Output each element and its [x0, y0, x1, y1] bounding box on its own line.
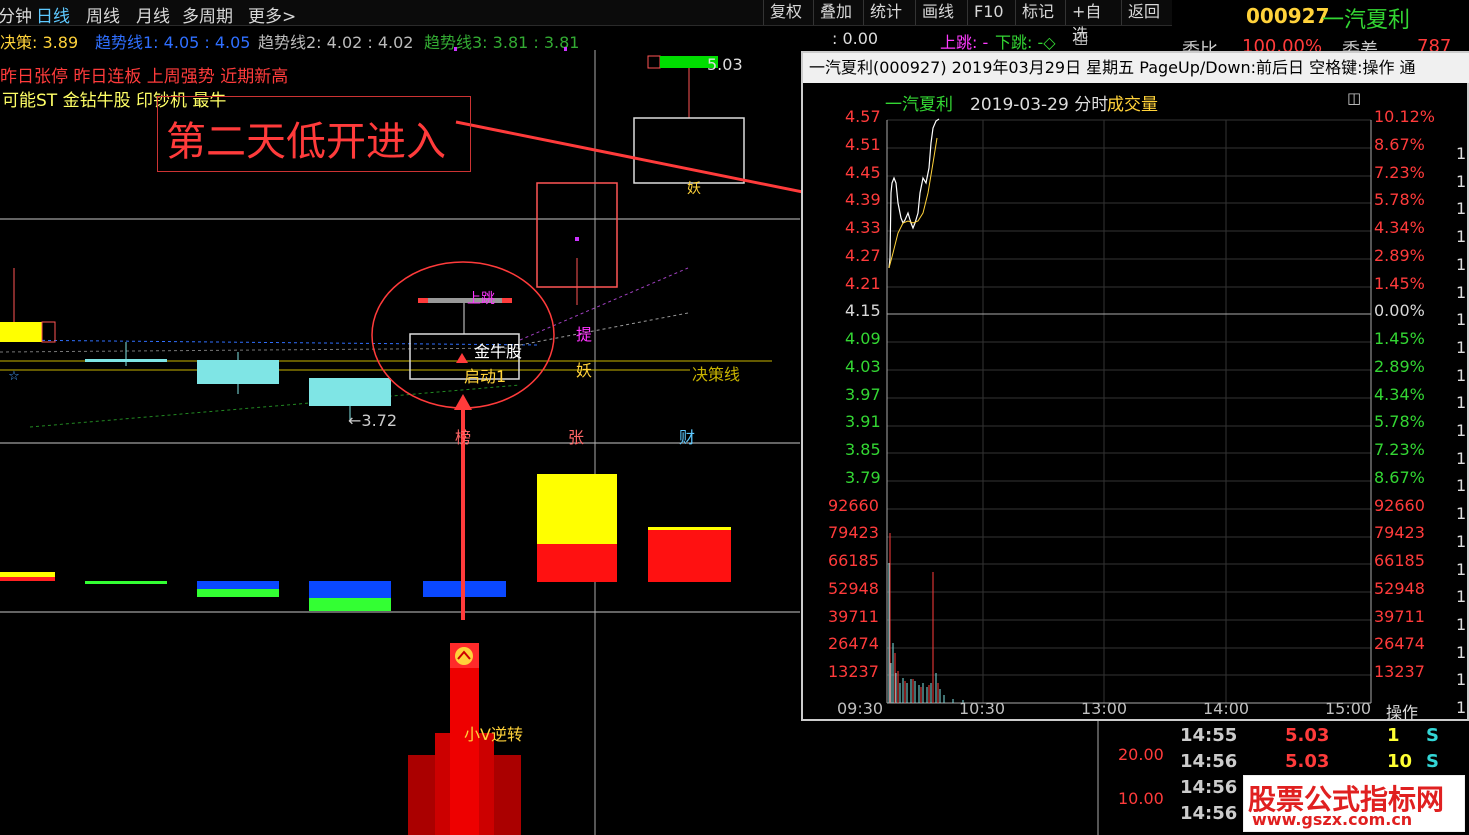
vol-tick: 13237: [1374, 662, 1425, 681]
trade-time: 14:56: [1180, 803, 1238, 824]
axis-label-10: 10.00: [1118, 789, 1164, 808]
vol-tick: 39711: [828, 607, 879, 626]
diff-value: 787: [1417, 36, 1452, 52]
order-ratio-row: 委比 100.00% 委差 787: [1172, 36, 1469, 52]
yao-top-label: 妖: [687, 181, 701, 197]
intraday-popup[interactable]: 一汽夏利(000927) 2019年03月29日 星期五 PageUp/Down…: [801, 51, 1469, 723]
vol-tick: 66185: [1374, 551, 1425, 570]
pct-tick: 1.45%: [1374, 329, 1425, 348]
pct-tick: 5.78%: [1374, 190, 1425, 209]
jincow-label: 金牛股: [474, 342, 523, 361]
ratio-value: 100.00%: [1242, 36, 1323, 52]
pct-tick: 7.23%: [1374, 163, 1425, 182]
vol-tick: 13237: [828, 662, 879, 681]
time-tick: 10:30: [959, 699, 1006, 718]
price-tick: 3.79: [845, 468, 881, 487]
axis-label-20: 20.00: [1118, 745, 1164, 764]
trade-time: 14:56: [1180, 751, 1238, 772]
shangtiao-label: 上跳: [467, 291, 495, 307]
time-tick: 09:30: [837, 699, 884, 718]
vol-tick: 26474: [1374, 634, 1425, 653]
price-tick: 4.45: [845, 163, 881, 182]
vol-tick: 92660: [828, 496, 879, 515]
trade-side: S: [1426, 725, 1439, 746]
time-tick: 13:00: [1081, 699, 1128, 718]
popup-title[interactable]: 一汽夏利(000927) 2019年03月29日 星期五 PageUp/Down…: [803, 53, 1469, 83]
annotation-text: 第二天低开进入: [166, 119, 446, 165]
low-price-label: ←3.72: [348, 411, 398, 430]
ti-label: 提: [576, 325, 593, 344]
trade-time: 14:55: [1180, 725, 1238, 746]
price-tick: 4.39: [845, 190, 881, 209]
operate-button[interactable]: 操作: [1386, 699, 1418, 723]
pct-tick: 7.23%: [1374, 440, 1425, 459]
vol-tick: 26474: [828, 634, 879, 653]
intraday-chart: [886, 118, 1372, 704]
decision-line-label: 决策线: [692, 365, 741, 384]
price-tick: 4.15: [845, 301, 881, 320]
trade-vol: 10: [1387, 751, 1413, 772]
price-tick: 4.03: [845, 357, 881, 376]
time-tick: 15:00: [1325, 699, 1372, 718]
vol-tick: 79423: [828, 523, 879, 542]
watermark: 股票公式指标网 www.gszx.com.cn: [1243, 775, 1465, 832]
pct-tick: 4.34%: [1374, 385, 1425, 404]
vol-tick: 66185: [828, 551, 879, 570]
time-tick: 14:00: [1203, 699, 1250, 718]
price-tick: 4.57: [845, 107, 881, 126]
diff-label: 委差: [1342, 40, 1378, 52]
mark-cai: 财: [679, 428, 696, 447]
ratio-label: 委比: [1182, 40, 1218, 52]
svg-text:☆: ☆: [8, 369, 20, 384]
annotation-box: 第二天低开进入: [157, 96, 471, 172]
pct-tick: 10.12%: [1374, 107, 1436, 126]
vol-tick: 52948: [828, 579, 879, 598]
vol-tick: 92660: [1374, 496, 1425, 515]
stock-header: 000927 一汽夏利: [1172, 0, 1469, 36]
price-tick: 4.27: [845, 246, 881, 265]
right-edge-column: 111 111 111 111 111 111 111: [1456, 144, 1467, 718]
trade-price: 5.03: [1285, 751, 1330, 772]
trade-time: 14:56: [1180, 777, 1238, 798]
price-tick: 4.21: [845, 274, 881, 293]
mark-zhang: 张: [568, 428, 585, 447]
yao-label: 妖: [576, 361, 593, 380]
stock-code: 000927: [1246, 4, 1330, 28]
pct-tick: 1.45%: [1374, 274, 1425, 293]
vol-tick: 39711: [1374, 607, 1425, 626]
vol-tick: 52948: [1374, 579, 1425, 598]
pct-tick: 8.67%: [1374, 135, 1425, 154]
trade-side: S: [1426, 751, 1439, 772]
pct-tick: 4.34%: [1374, 218, 1425, 237]
price-tick: 4.51: [845, 135, 881, 154]
pct-tick: 2.89%: [1374, 357, 1425, 376]
pct-tick: 5.78%: [1374, 412, 1425, 431]
high-price-label: 5.03: [707, 55, 743, 74]
price-tick: 4.09: [845, 329, 881, 348]
watermark-url: www.gszx.com.cn: [1252, 810, 1413, 829]
trade-price: 5.03: [1285, 725, 1330, 746]
price-tick: 3.97: [845, 385, 881, 404]
price-tick: 3.91: [845, 412, 881, 431]
back-button[interactable]: 返回: [1121, 0, 1171, 25]
mark-bang: 榜: [455, 428, 472, 447]
xiao-v-label: 小V逆转: [464, 725, 523, 744]
pct-tick: 0.00%: [1374, 301, 1425, 320]
trade-vol: 1: [1387, 725, 1400, 746]
price-tick: 4.33: [845, 218, 881, 237]
price-tick: 3.85: [845, 440, 881, 459]
pct-tick: 2.89%: [1374, 246, 1425, 265]
stock-name: 一汽夏利: [1322, 8, 1411, 33]
vol-tick: 79423: [1374, 523, 1425, 542]
pct-tick: 8.67%: [1374, 468, 1425, 487]
start-label: 启动1: [464, 367, 507, 386]
